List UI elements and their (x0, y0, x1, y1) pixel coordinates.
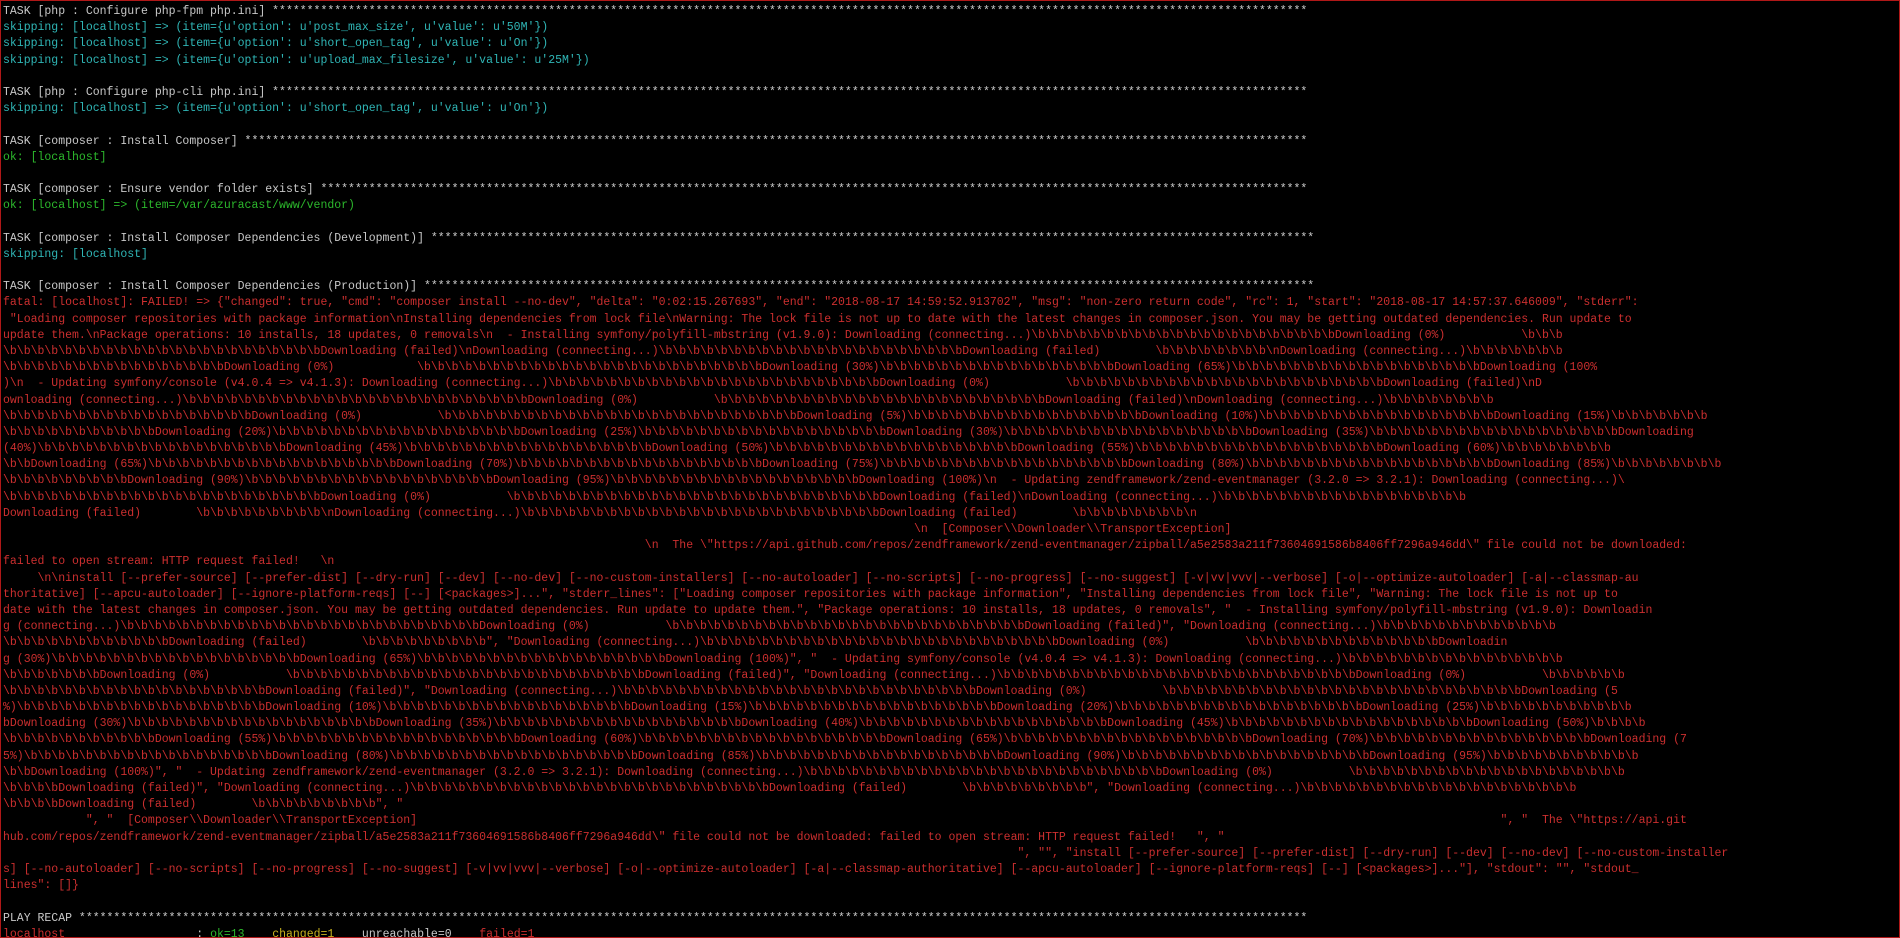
fatal-error-line: Downloading (failed) \b\b\b\b\b\b\b\b\b\… (3, 506, 1197, 520)
fatal-error-line: g (30%)\b\b\b\b\b\b\b\b\b\b\b\b\b\b\b\b\… (3, 652, 1563, 666)
fatal-error-line: bDownloading (30%)\b\b\b\b\b\b\b\b\b\b\b… (3, 717, 1646, 731)
fatal-error-line: \b\b\b\bDownloading (failed) \b\b\b\b\b\… (3, 798, 404, 812)
skipping-line: skipping: [localhost] (3, 247, 148, 261)
fatal-error-line: \b\b\b\b\b\b\b\b\b\b\b\b\b\b\b\b\b\b\bDo… (3, 684, 1618, 698)
fatal-error-line: g (connecting...)\b\b\b\b\b\b\b\b\b\b\b\… (3, 620, 1556, 634)
fatal-error-line: )\n - Updating symfony/console (v4.0.4 =… (3, 377, 1542, 391)
recap-unreachable: unreachable=0 (361, 927, 452, 938)
task-header: TASK [php : Configure php-fpm php.ini] *… (3, 5, 1308, 18)
fatal-error-line: thoritative] [--apcu-autoloader] [--igno… (3, 587, 1618, 601)
terminal-window[interactable]: TASK [php : Configure php-fpm php.ini] *… (0, 0, 1900, 938)
fatal-error-line: hub.com/repos/zendframework/zend-eventma… (3, 830, 1225, 844)
fatal-error-line: s] [--no-autoloader] [--no-scripts] [--n… (3, 862, 1639, 876)
play-recap-row: localhost : ok=13 changed=1 unreachable=… (3, 927, 1897, 938)
fatal-error-line: ownloading (connecting...)\b\b\b\b\b\b\b… (3, 393, 1494, 407)
recap-separator: : (196, 927, 211, 938)
task-header: TASK [composer : Install Composer Depend… (3, 231, 1315, 245)
fatal-error-line: "Loading composer repositories with pack… (3, 312, 1632, 326)
recap-ok: ok=13 (210, 927, 245, 938)
task-header: TASK [composer : Ensure vendor folder ex… (3, 183, 1308, 197)
fatal-error-line: \b\b\b\b\b\b\b\b\b\b\bDownloading (55%)\… (3, 733, 1687, 747)
skipping-line: skipping: [localhost] => (item={u'option… (3, 21, 549, 35)
fatal-error-line: \b\b\b\b\b\b\b\b\b\b\b\b\b\b\b\b\b\bDown… (3, 409, 1708, 423)
skipping-line: skipping: [localhost] => (item={u'option… (3, 53, 590, 67)
fatal-error-line: update them.\nPackage operations: 10 ins… (3, 328, 1563, 342)
terminal-output: TASK [php : Configure php-fpm php.ini] *… (3, 4, 1897, 938)
fatal-error-line: failed to open stream: HTTP request fail… (3, 555, 335, 569)
task-header: TASK [composer : Install Composer] *****… (3, 134, 1308, 148)
task-header: TASK [php : Configure php-cli php.ini] *… (3, 85, 1308, 99)
recap-changed: changed=1 (272, 927, 335, 938)
fatal-error-line: %)\b\b\b\b\b\b\b\b\b\b\b\b\b\b\b\b\b\bDo… (3, 701, 1632, 715)
fatal-error-line: 5%)\b\b\b\b\b\b\b\b\b\b\b\b\b\b\b\b\b\bD… (3, 749, 1639, 763)
fatal-error-line: \n The \"https://api.github.com/repos/ze… (3, 539, 1687, 553)
fatal-error-line: (40%)\b\b\b\b\b\b\b\b\b\b\b\b\b\b\b\b\b\… (3, 442, 1611, 456)
fatal-error-line: \n [Composer\\Downloader\\TransportExcep… (3, 523, 1232, 536)
fatal-error-line: ", "", "install [--prefer-source] [--pre… (3, 846, 1729, 860)
skipping-line: skipping: [localhost] => (item={u'option… (3, 37, 549, 51)
fatal-error-line: lines": []} (3, 879, 79, 893)
fatal-error-line: \b\b\b\b\b\b\b\b\b\b\bDownloading (20%)\… (3, 425, 1694, 439)
task-header: PLAY RECAP *****************************… (3, 911, 1308, 925)
fatal-error-line: \b\b\b\b\b\b\b\b\b\b\b\b\b\b\b\bDownload… (3, 361, 1598, 375)
fatal-error-line: \b\b\b\b\b\b\b\b\b\b\b\b\b\b\b\b\b\b\b\b… (3, 490, 1467, 504)
fatal-error-line: \b\bDownloading (65%)\b\b\b\b\b\b\b\b\b\… (3, 458, 1722, 472)
skipping-line: skipping: [localhost] => (item={u'option… (3, 102, 549, 116)
fatal-error-line: \n\ninstall [--prefer-source] [--prefer-… (3, 571, 1639, 585)
fatal-error-line: \b\b\b\b\b\b\bDownloading (0%) \b\b\b\b\… (3, 668, 1625, 682)
fatal-error-line: ", " [Composer\\Downloader\\TransportExc… (3, 814, 1687, 828)
fatal-error-line: \b\b\b\bDownloading (failed)", "Download… (3, 782, 1577, 795)
fatal-error-line: \b\bDownloading (100%)", " - Updating ze… (3, 765, 1625, 779)
fatal-error-line: date with the latest changes in composer… (3, 603, 1653, 617)
ansible-log: TASK [php : Configure php-fpm php.ini] *… (3, 4, 1897, 927)
fatal-error-line: \b\b\b\b\b\b\b\b\bDownloading (90%)\b\b\… (3, 474, 1625, 488)
recap-failed: failed=1 (479, 927, 535, 938)
ok-line: ok: [localhost] => (item=/var/azuracast/… (3, 199, 355, 213)
fatal-error-line: \b\b\b\b\b\b\b\b\b\b\b\b\b\b\b\b\b\b\b\b… (3, 344, 1563, 358)
fatal-error-line: \b\b\b\b\b\b\b\b\b\b\b\bDownloading (fai… (3, 636, 1508, 650)
recap-host: localhost (3, 927, 66, 938)
fatal-error-line: fatal: [localhost]: FAILED! => {"changed… (3, 296, 1639, 310)
task-header: TASK [composer : Install Composer Depend… (3, 280, 1315, 294)
ok-line: ok: [localhost] (3, 150, 107, 164)
